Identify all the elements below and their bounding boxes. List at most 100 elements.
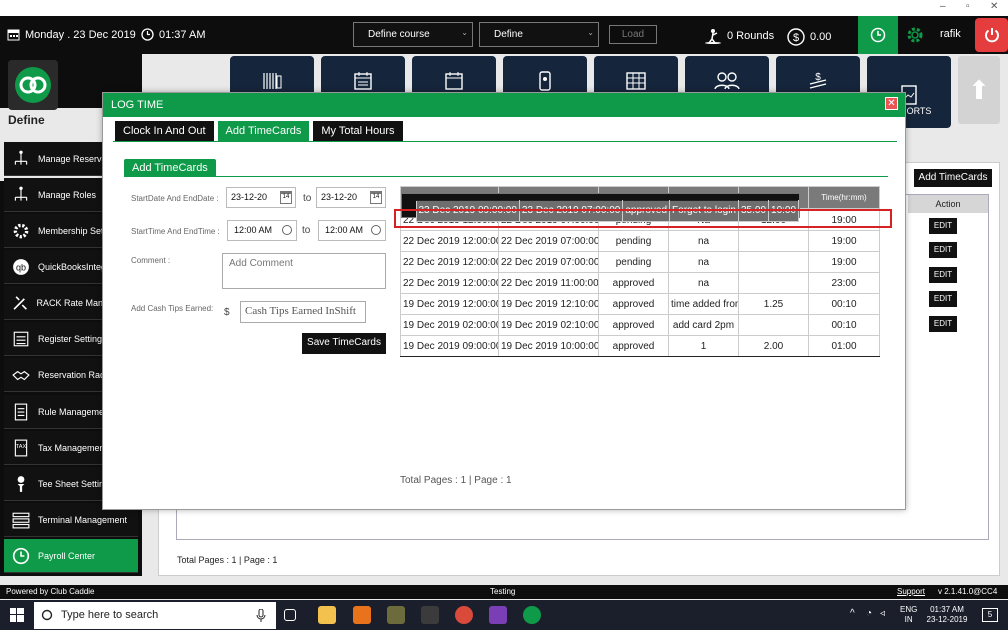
taskbar-time: 01:37 AM bbox=[930, 605, 964, 614]
start-time-value: 12:00 AM bbox=[234, 225, 273, 235]
sidebar-item-label: Payroll Center bbox=[38, 550, 96, 561]
table-cell: 22 Dec 2019 07:00:00 bbox=[498, 230, 599, 252]
tab-clock-in-out[interactable]: Clock In And Out bbox=[115, 121, 214, 141]
table-cell: 00:10 bbox=[808, 293, 880, 315]
table-cell: 22 Dec 2019 12:00:00 bbox=[400, 230, 499, 252]
modal-close-button[interactable]: ✕ bbox=[885, 97, 898, 110]
section-divider bbox=[124, 176, 888, 177]
chevron-down-icon: ⌄ bbox=[461, 28, 468, 37]
club-caddie-logo-icon bbox=[15, 67, 51, 103]
table-row[interactable]: 22 Dec 2019 12:00:0022 Dec 2019 07:00:00… bbox=[400, 251, 880, 273]
golfer-icon bbox=[705, 29, 721, 44]
taskbar-clock[interactable]: 01:37 AM 23-12-2019 bbox=[924, 605, 970, 625]
taskbar-search-placeholder: Type here to search bbox=[61, 609, 159, 621]
tab-my-total-hours[interactable]: My Total Hours bbox=[313, 121, 403, 141]
notification-icon[interactable]: 5 bbox=[982, 608, 998, 622]
end-date-value: 23-12-20 bbox=[321, 192, 358, 202]
calendar-icon[interactable]: 14 bbox=[370, 191, 382, 204]
timeclock-button[interactable] bbox=[858, 16, 898, 54]
table-cell: pending bbox=[598, 230, 669, 252]
amount-display: $ 0.00 bbox=[787, 28, 831, 46]
support-link[interactable]: Support bbox=[897, 587, 925, 596]
table-cell: 00:10 bbox=[808, 314, 880, 336]
cash-tips-input[interactable]: Cash Tips Earned InShift bbox=[240, 301, 366, 323]
table-row[interactable]: 19 Dec 2019 09:00:00 19 Dec 2019 10:00:00… bbox=[400, 335, 880, 357]
table-row[interactable]: 19 Dec 2019 12:00:00 19 Dec 2019 12:10:00… bbox=[400, 293, 880, 315]
start-button[interactable] bbox=[10, 608, 24, 625]
scroll-up-button[interactable]: ⬆ bbox=[958, 56, 1000, 124]
load-button[interactable]: Load bbox=[609, 25, 657, 44]
restore-button[interactable]: ▫ bbox=[966, 1, 970, 12]
clock-icon[interactable] bbox=[282, 225, 292, 235]
document-icon bbox=[14, 403, 28, 420]
end-date-input[interactable]: 23-12-20 14 bbox=[316, 187, 386, 208]
start-date-input[interactable]: 23-12-20 14 bbox=[226, 187, 296, 208]
table-row[interactable]: 22 Dec 2019 12:00:00 22 Dec 2019 11:00:00… bbox=[400, 272, 880, 294]
app-icon[interactable] bbox=[387, 606, 405, 624]
network-icon[interactable]: ◔ bbox=[866, 609, 872, 619]
table-cell: 22 Dec 2019 12:00:00 bbox=[400, 251, 499, 273]
close-window-button[interactable]: ✕ bbox=[990, 1, 998, 12]
date-display: Monday . 23 Dec 2019 bbox=[7, 28, 136, 41]
course-select[interactable]: Define course ⌄ bbox=[353, 22, 473, 47]
table-cell: 19:00 bbox=[808, 230, 880, 252]
volume-icon[interactable]: ◃ bbox=[880, 609, 885, 619]
cash-tips-label: Add Cash Tips Earned: bbox=[131, 304, 214, 313]
calendar-icon bbox=[7, 29, 20, 41]
table-row[interactable]: 19 Dec 2019 02:00:00 19 Dec 2019 02:10:00… bbox=[400, 314, 880, 336]
edit-button[interactable]: EDIT bbox=[929, 291, 957, 307]
file-explorer-icon[interactable] bbox=[318, 606, 336, 624]
app-footer: Powered by Club Caddie Testing Support v… bbox=[0, 585, 1008, 599]
define-select[interactable]: Define ⌄ bbox=[479, 22, 599, 47]
start-time-input[interactable]: 12:00 AM bbox=[227, 220, 297, 241]
tax-icon: TAX bbox=[14, 439, 28, 456]
minimize-button[interactable]: – bbox=[940, 1, 946, 12]
slack-icon[interactable] bbox=[421, 606, 439, 624]
edit-button[interactable]: EDIT bbox=[929, 218, 957, 234]
windows-logo-icon bbox=[10, 608, 24, 622]
clock-icon[interactable] bbox=[371, 225, 381, 235]
table-cell: 01:00 bbox=[808, 335, 880, 357]
save-timecards-button[interactable]: Save TimeCards bbox=[302, 333, 386, 354]
register-icon bbox=[13, 331, 29, 346]
edit-button[interactable]: EDIT bbox=[929, 316, 957, 332]
table-row[interactable]: 22 Dec 2019 12:00:0022 Dec 2019 07:00:00… bbox=[400, 230, 880, 252]
language-text: ENG bbox=[900, 605, 918, 614]
tee-icon bbox=[17, 475, 25, 492]
network-icon bbox=[14, 150, 28, 165]
visual-studio-icon[interactable] bbox=[489, 606, 507, 624]
table-cell: time added from bbox=[668, 293, 739, 315]
settings-button[interactable] bbox=[905, 25, 925, 48]
grid-calendar-icon bbox=[626, 72, 646, 90]
tabs-divider bbox=[113, 141, 897, 142]
col-time[interactable]: Time(hr:mm) bbox=[808, 186, 880, 209]
app-logo-badge[interactable] bbox=[8, 60, 58, 110]
end-time-input[interactable]: 12:00 AM bbox=[318, 220, 386, 241]
power-button[interactable] bbox=[975, 18, 1008, 52]
language-indicator[interactable]: ENG IN bbox=[900, 605, 917, 625]
edit-button[interactable]: EDIT bbox=[929, 242, 957, 258]
microphone-icon bbox=[256, 609, 266, 622]
task-view-icon[interactable] bbox=[284, 609, 296, 621]
highlight-box bbox=[394, 209, 892, 228]
edit-button[interactable]: EDIT bbox=[929, 267, 957, 283]
calendar-icon[interactable]: 14 bbox=[280, 191, 292, 204]
quickbooks-icon: qb bbox=[13, 258, 29, 275]
table-cell: na bbox=[668, 251, 739, 273]
tab-add-timecards[interactable]: Add TimeCards bbox=[217, 121, 310, 141]
gear-icon bbox=[907, 27, 923, 43]
sidebar-item-payroll-center[interactable]: Payroll Center bbox=[4, 539, 138, 573]
bg-add-timecards-button[interactable]: Add TimeCards bbox=[914, 169, 992, 187]
tray-chevron-up-icon[interactable]: ^ bbox=[850, 609, 855, 619]
rounds-text: 0 Rounds bbox=[727, 30, 775, 42]
handshake-icon bbox=[12, 370, 30, 380]
chrome-icon[interactable] bbox=[455, 606, 473, 624]
table-cell: na bbox=[668, 230, 739, 252]
taskbar-search-input[interactable]: Type here to search bbox=[34, 602, 276, 629]
club-caddie-taskbar-icon[interactable] bbox=[523, 606, 541, 624]
clock-icon bbox=[141, 28, 154, 41]
tile-reports-label: ORTS bbox=[906, 106, 932, 116]
comment-input[interactable]: Add Comment bbox=[222, 253, 386, 289]
sublime-icon[interactable] bbox=[353, 606, 371, 624]
table-cell: 19 Dec 2019 09:00:00 bbox=[400, 335, 499, 357]
